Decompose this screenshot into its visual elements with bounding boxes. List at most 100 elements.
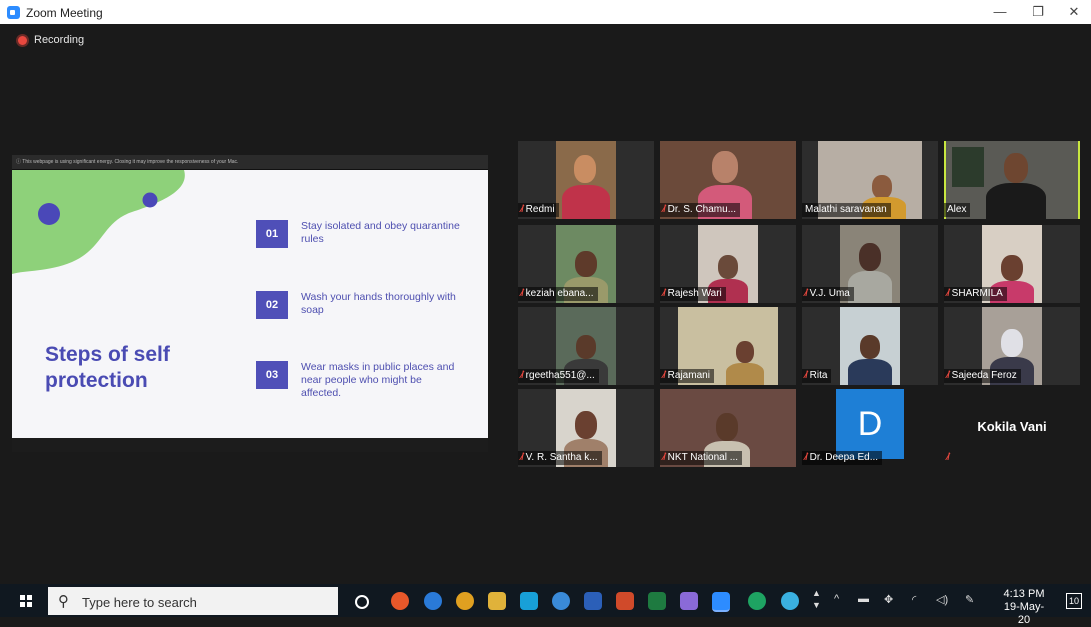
participant-avatar: D (836, 389, 904, 459)
participant-tile[interactable]: ⁄̸ NKT National ... (660, 389, 796, 467)
recording-label: Recording (34, 34, 85, 46)
participant-tile[interactable]: ⁄̸ rgeetha551@... (518, 307, 654, 385)
close-button[interactable]: ✕ (1057, 3, 1091, 21)
step-number: 02 (256, 291, 288, 319)
step-2: 02 Wash your hands thoroughly with soap (256, 291, 461, 319)
step-text: Wear masks in public places and near peo… (301, 361, 455, 399)
slide-decoration (12, 170, 185, 274)
participant-tile[interactable]: ⁄̸ Rajesh Wari (660, 225, 796, 303)
taskbar-clock[interactable]: 4:13 PM 19-May-20 (998, 588, 1050, 627)
share-bottom-bar (12, 438, 488, 452)
participant-name-bar: ⁄̸ Dr. Deepa Ed... (802, 451, 883, 465)
muted-mic-icon: ⁄̸ (521, 452, 523, 463)
slack-icon[interactable] (520, 592, 538, 610)
restore-button[interactable]: ❐ (1021, 3, 1055, 21)
participant-name-bar: Alex (944, 203, 971, 217)
participant-tile[interactable]: D ⁄̸ Dr. Deepa Ed... (802, 389, 938, 467)
step-text: Wash your hands thoroughly with soap (301, 291, 456, 316)
step-text: Stay isolated and obey quarantine rules (301, 220, 460, 245)
participant-tile[interactable]: ⁄̸ V.J. Uma (802, 225, 938, 303)
shared-screen: ⓘ This webpage is using significant ener… (12, 155, 488, 452)
zoom-logo-icon (7, 6, 20, 19)
paint-icon[interactable] (680, 592, 698, 610)
participant-name-bar: ⁄̸ Rajamani (660, 369, 714, 383)
battery-icon[interactable]: ▬ (858, 593, 869, 605)
participant-tile[interactable]: ⁄̸ Dr. S. Chamu... (660, 141, 796, 219)
participant-display-name: Kokila Vani (977, 419, 1047, 434)
step-3: 03 Wear masks in public places and near … (256, 361, 461, 400)
recording-indicator[interactable]: Recording (18, 34, 84, 46)
participant-tile[interactable]: ⁄̸ SHARMILA (944, 225, 1080, 303)
taskbar-search-box[interactable]: ⚲ Type here to search (48, 587, 338, 615)
participant-name-bar: ⁄̸ NKT National ... (660, 451, 743, 465)
participant-tile[interactable]: ⁄̸ V. R. Santha k... (518, 389, 654, 467)
windows-start-icon[interactable] (20, 595, 32, 607)
participant-name-bar: ⁄̸ Sajeeda Feroz (944, 369, 1021, 383)
show-hidden-icons-icon[interactable]: ^ (834, 593, 839, 605)
clock-date: 19-May-20 (1003, 601, 1045, 626)
hangouts-icon[interactable] (748, 592, 766, 610)
muted-mic-icon: ⁄̸ (663, 452, 665, 463)
muted-mic-icon: ⁄̸ (521, 370, 523, 381)
step-1: 01 Stay isolated and obey quarantine rul… (256, 220, 461, 248)
participant-video (840, 307, 900, 385)
step-number: 03 (256, 361, 288, 389)
slide-title: Steps of self protection (45, 343, 170, 392)
participant-name-bar: ⁄̸ Redmi (518, 203, 559, 217)
muted-mic-icon: ⁄̸ (805, 452, 807, 463)
muted-mic-icon: ⁄̸ (521, 204, 523, 215)
edge-icon[interactable] (424, 592, 442, 610)
app-icon[interactable] (552, 592, 570, 610)
muted-mic-icon: ⁄̸ (521, 288, 523, 299)
participant-tile[interactable]: Malathi saravanan (802, 141, 938, 219)
step-number: 01 (256, 220, 288, 248)
participant-name-bar: ⁄̸ rgeetha551@... (518, 369, 599, 383)
chrome-icon[interactable] (456, 592, 474, 610)
muted-mic-icon: ⁄̸ (947, 288, 949, 299)
scroll-arrows-icon[interactable]: ▲ ▼ (812, 587, 821, 611)
share-banner: ⓘ This webpage is using significant ener… (12, 155, 488, 169)
zoom-icon[interactable] (712, 592, 730, 612)
volume-icon[interactable]: ◁) (936, 593, 948, 606)
windows-taskbar: ⚲ Type here to search ▲ ▼ ^ ▬ ✥ ◜ ◁) ✎ 4:… (0, 584, 1091, 626)
muted-mic-icon: ⁄̸ (663, 204, 665, 215)
excel-icon[interactable] (648, 592, 666, 610)
muted-mic-icon: ⁄̸ (805, 370, 807, 381)
muted-mic-icon: ⁄̸ (947, 370, 949, 381)
powerpoint-icon[interactable] (616, 592, 634, 610)
dropbox-icon[interactable]: ✥ (884, 593, 893, 606)
participant-tile[interactable]: ⁄̸ keziah ebana... (518, 225, 654, 303)
cortana-icon[interactable] (355, 595, 369, 609)
muted-mic-icon: ⁄̸ (663, 370, 665, 381)
participant-name-bar: ⁄̸ (944, 451, 953, 465)
meeting-area: Recording ⓘ This webpage is using signif… (6, 24, 1091, 584)
file-explorer-icon[interactable] (488, 592, 506, 610)
participant-name-bar: ⁄̸ SHARMILA (944, 287, 1007, 301)
participant-name-bar: ⁄̸ V. R. Santha k... (518, 451, 602, 465)
muted-mic-icon: ⁄̸ (805, 288, 807, 299)
browser-icon[interactable] (781, 592, 799, 610)
participant-tile[interactable]: ⁄̸ Rajamani (660, 307, 796, 385)
window-titlebar: Zoom Meeting — ❐ ✕ (0, 0, 1091, 24)
participant-tile[interactable]: ⁄̸ Sajeeda Feroz (944, 307, 1080, 385)
firefox-icon[interactable] (391, 592, 409, 610)
minimize-button[interactable]: — (983, 3, 1017, 21)
participant-video (556, 141, 616, 219)
notification-center-icon[interactable]: 10 (1066, 593, 1082, 609)
participant-tile[interactable]: ⁄̸ Rita (802, 307, 938, 385)
window-title: Zoom Meeting (26, 6, 103, 20)
participant-tile[interactable]: ⁄̸ Redmi (518, 141, 654, 219)
record-icon (18, 35, 27, 45)
presentation-slide: Steps of self protection 01 Stay isolate… (12, 170, 488, 438)
wifi-icon[interactable]: ◜ (912, 593, 916, 606)
participant-name-bar: ⁄̸ V.J. Uma (802, 287, 854, 301)
participant-tile-active-speaker[interactable]: Alex (944, 141, 1080, 219)
pen-icon[interactable]: ✎ (965, 593, 974, 606)
word-icon[interactable] (584, 592, 602, 610)
search-icon: ⚲ (58, 593, 69, 610)
participant-tile[interactable]: Kokila Vani ⁄̸ (944, 389, 1080, 467)
participant-name-bar: ⁄̸ Dr. S. Chamu... (660, 203, 741, 217)
clock-time: 4:13 PM (1003, 588, 1045, 600)
search-placeholder: Type here to search (82, 595, 197, 610)
participant-name-bar: ⁄̸ keziah ebana... (518, 287, 598, 301)
